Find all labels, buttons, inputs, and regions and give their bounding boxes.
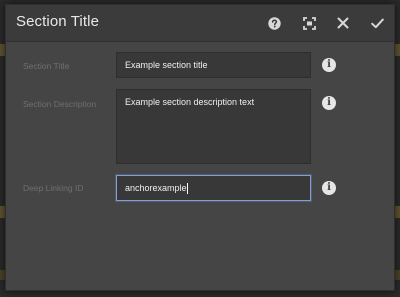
dialog-header: Section Title bbox=[6, 5, 394, 42]
fullscreen-button[interactable] bbox=[300, 14, 318, 32]
info-icon: i bbox=[327, 97, 331, 108]
checkmark-icon bbox=[370, 18, 384, 28]
section-title-info-button[interactable]: i bbox=[322, 58, 336, 72]
section-title-input[interactable]: Example section title bbox=[116, 52, 311, 78]
edit-dialog: Section Title Section Title Example sect… bbox=[5, 4, 395, 291]
section-title-label: Section Title bbox=[23, 61, 70, 71]
deep-linking-id-label: Deep Linking ID bbox=[23, 183, 84, 193]
info-icon: i bbox=[327, 59, 331, 70]
done-button[interactable] bbox=[368, 14, 386, 32]
help-button[interactable] bbox=[265, 14, 283, 32]
deep-linking-id-value: anchorexample bbox=[125, 183, 187, 193]
deep-linking-id-info-button[interactable]: i bbox=[322, 181, 336, 195]
fullscreen-icon bbox=[302, 16, 316, 30]
deep-linking-id-input[interactable]: anchorexample bbox=[116, 175, 311, 201]
text-caret bbox=[186, 183, 188, 195]
section-description-info-button[interactable]: i bbox=[322, 96, 336, 110]
close-icon bbox=[337, 17, 349, 29]
dialog-title: Section Title bbox=[16, 13, 100, 30]
info-icon: i bbox=[327, 182, 331, 193]
section-description-label: Section Description bbox=[23, 99, 97, 109]
help-icon bbox=[267, 16, 281, 30]
section-description-textarea[interactable]: Example section description text bbox=[116, 89, 311, 164]
close-button[interactable] bbox=[334, 14, 352, 32]
